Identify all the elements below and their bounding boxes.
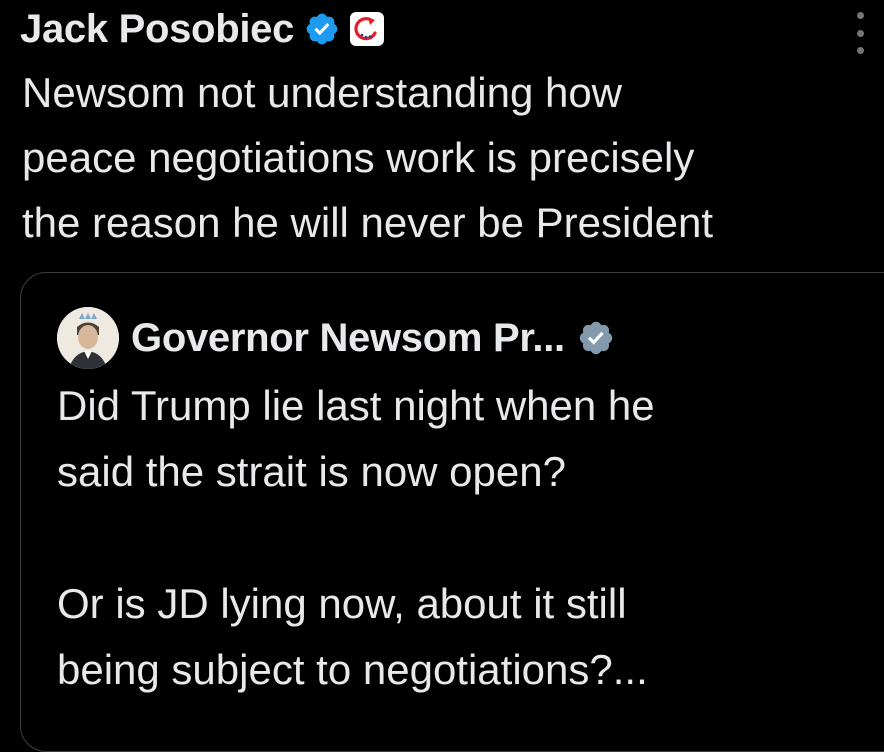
quoted-tweet-text: Did Trump lie last night when he said th… bbox=[57, 382, 655, 693]
affiliation-badge-icon[interactable] bbox=[350, 12, 385, 46]
avatar[interactable] bbox=[57, 307, 119, 369]
more-dot bbox=[856, 12, 864, 19]
more-dot bbox=[856, 29, 864, 37]
verified-badge-icon[interactable] bbox=[304, 11, 340, 47]
tweet-header: Jack Posobiec bbox=[20, 4, 385, 54]
more-dot bbox=[856, 47, 864, 54]
more-vertical-icon[interactable] bbox=[850, 12, 870, 54]
quoted-tweet-header: Governor Newsom Pr... bbox=[57, 305, 615, 371]
gray-verified-badge-icon[interactable] bbox=[577, 319, 615, 357]
author-name[interactable]: Jack Posobiec bbox=[20, 7, 294, 52]
quoted-author-name[interactable]: Governor Newsom Pr... bbox=[131, 316, 565, 361]
tweet-text: Newsom not understanding how peace negot… bbox=[22, 69, 714, 246]
quoted-tweet-card[interactable]: Governor Newsom Pr... Did Trump lie last… bbox=[20, 272, 884, 752]
